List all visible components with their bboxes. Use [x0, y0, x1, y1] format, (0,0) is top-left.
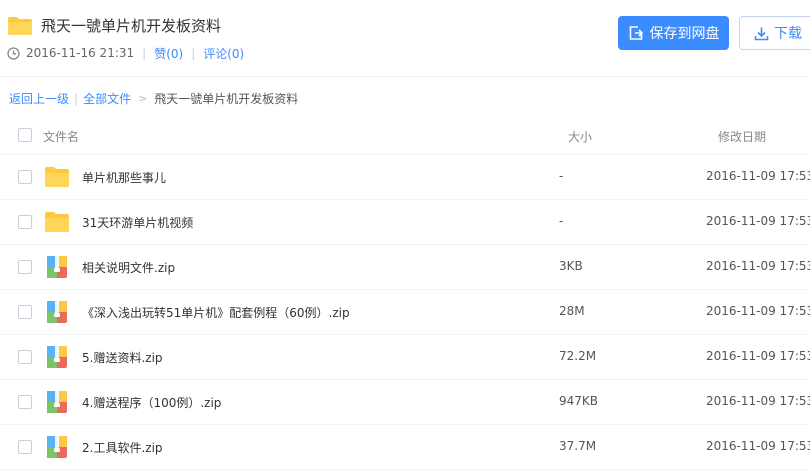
download-button[interactable]: 下载 — [739, 16, 810, 50]
file-date: 2016-11-09 17:53 — [706, 349, 810, 363]
breadcrumb: 返回上一级 | 全部文件 > 飛天一號单片机开发板资料 — [9, 90, 298, 107]
file-date: 2016-11-09 17:53 — [706, 439, 810, 453]
zip-archive-icon — [47, 436, 67, 458]
file-row[interactable]: 单片机那些事儿 - 2016-11-09 17:53 — [0, 154, 810, 200]
file-size: - — [559, 169, 564, 183]
file-size: - — [559, 214, 564, 228]
row-checkbox[interactable] — [18, 350, 32, 364]
clock-icon — [7, 46, 20, 60]
file-date: 2016-11-09 17:53 — [706, 394, 810, 408]
file-row[interactable]: 31天环游单片机视频 - 2016-11-09 17:53 — [0, 199, 810, 245]
column-header-date[interactable]: 修改日期 — [718, 128, 766, 145]
download-button-label: 下载 — [774, 26, 802, 42]
file-size: 28M — [559, 304, 585, 318]
breadcrumb-all-files-link[interactable]: 全部文件 — [83, 90, 131, 107]
file-date: 2016-11-09 17:53 — [706, 304, 810, 318]
zip-archive-icon — [47, 346, 67, 368]
column-header-name[interactable]: 文件名 — [43, 128, 79, 145]
row-checkbox[interactable] — [18, 260, 32, 274]
file-date: 2016-11-09 17:53 — [706, 259, 810, 273]
share-header: 飛天一號单片机开发板资料 2016-11-16 21:31 | 赞(0) | 评… — [0, 0, 810, 77]
file-row[interactable]: 2.工具软件.zip 37.7M 2016-11-09 17:53 — [0, 424, 810, 470]
file-name[interactable]: 4.赠送程序（100例）.zip — [82, 394, 221, 411]
comment-link[interactable]: 评论(0) — [203, 45, 244, 62]
row-checkbox[interactable] — [18, 305, 32, 319]
row-checkbox[interactable] — [18, 170, 32, 184]
file-name[interactable]: 31天环游单片机视频 — [82, 214, 193, 231]
page-title: 飛天一號单片机开发板资料 — [41, 17, 222, 35]
file-name[interactable]: 《深入浅出玩转51单片机》配套例程（60例）.zip — [82, 304, 350, 321]
share-timestamp: 2016-11-16 21:31 — [26, 46, 135, 60]
file-name[interactable]: 5.赠送资料.zip — [82, 349, 163, 366]
folder-icon — [45, 212, 69, 232]
file-row[interactable]: 相关说明文件.zip 3KB 2016-11-09 17:53 — [0, 244, 810, 290]
like-link[interactable]: 赞(0) — [154, 45, 183, 62]
row-checkbox[interactable] — [18, 395, 32, 409]
breadcrumb-back-link[interactable]: 返回上一级 — [9, 90, 69, 107]
file-name[interactable]: 2.工具软件.zip — [82, 439, 163, 456]
breadcrumb-separator: | — [74, 91, 79, 106]
breadcrumb-current: 飛天一號单片机开发板资料 — [154, 92, 299, 106]
file-date: 2016-11-09 17:53 — [706, 214, 810, 228]
column-header-size[interactable]: 大小 — [568, 128, 592, 145]
save-to-netdisk-button[interactable]: 保存到网盘 — [618, 16, 729, 50]
share-meta: 2016-11-16 21:31 | 赞(0) | 评论(0) — [7, 44, 244, 62]
file-size: 3KB — [559, 259, 583, 273]
file-name[interactable]: 相关说明文件.zip — [82, 259, 175, 276]
meta-separator: | — [142, 46, 147, 60]
folder-icon — [8, 17, 32, 35]
file-row[interactable]: 5.赠送资料.zip 72.2M 2016-11-09 17:53 — [0, 334, 810, 380]
zip-archive-icon — [47, 391, 67, 413]
file-row[interactable]: 4.赠送程序（100例）.zip 947KB 2016-11-09 17:53 — [0, 379, 810, 425]
meta-separator: | — [191, 46, 196, 60]
zip-archive-icon — [47, 301, 67, 323]
file-table-header: 文件名 大小 修改日期 — [0, 114, 810, 155]
row-checkbox[interactable] — [18, 440, 32, 454]
file-size: 37.7M — [559, 439, 597, 453]
row-checkbox[interactable] — [18, 215, 32, 229]
file-name[interactable]: 单片机那些事儿 — [82, 169, 166, 186]
save-icon — [629, 26, 643, 40]
chevron-right-icon: > — [138, 92, 148, 105]
file-row[interactable]: 《深入浅出玩转51单片机》配套例程（60例）.zip 28M 2016-11-0… — [0, 289, 810, 335]
download-icon — [754, 27, 769, 40]
file-size: 947KB — [559, 394, 599, 408]
zip-archive-icon — [47, 256, 67, 278]
file-date: 2016-11-09 17:53 — [706, 169, 810, 183]
file-size: 72.2M — [559, 349, 597, 363]
select-all-checkbox[interactable] — [18, 128, 32, 142]
folder-icon — [45, 167, 69, 187]
save-button-label: 保存到网盘 — [649, 26, 720, 42]
